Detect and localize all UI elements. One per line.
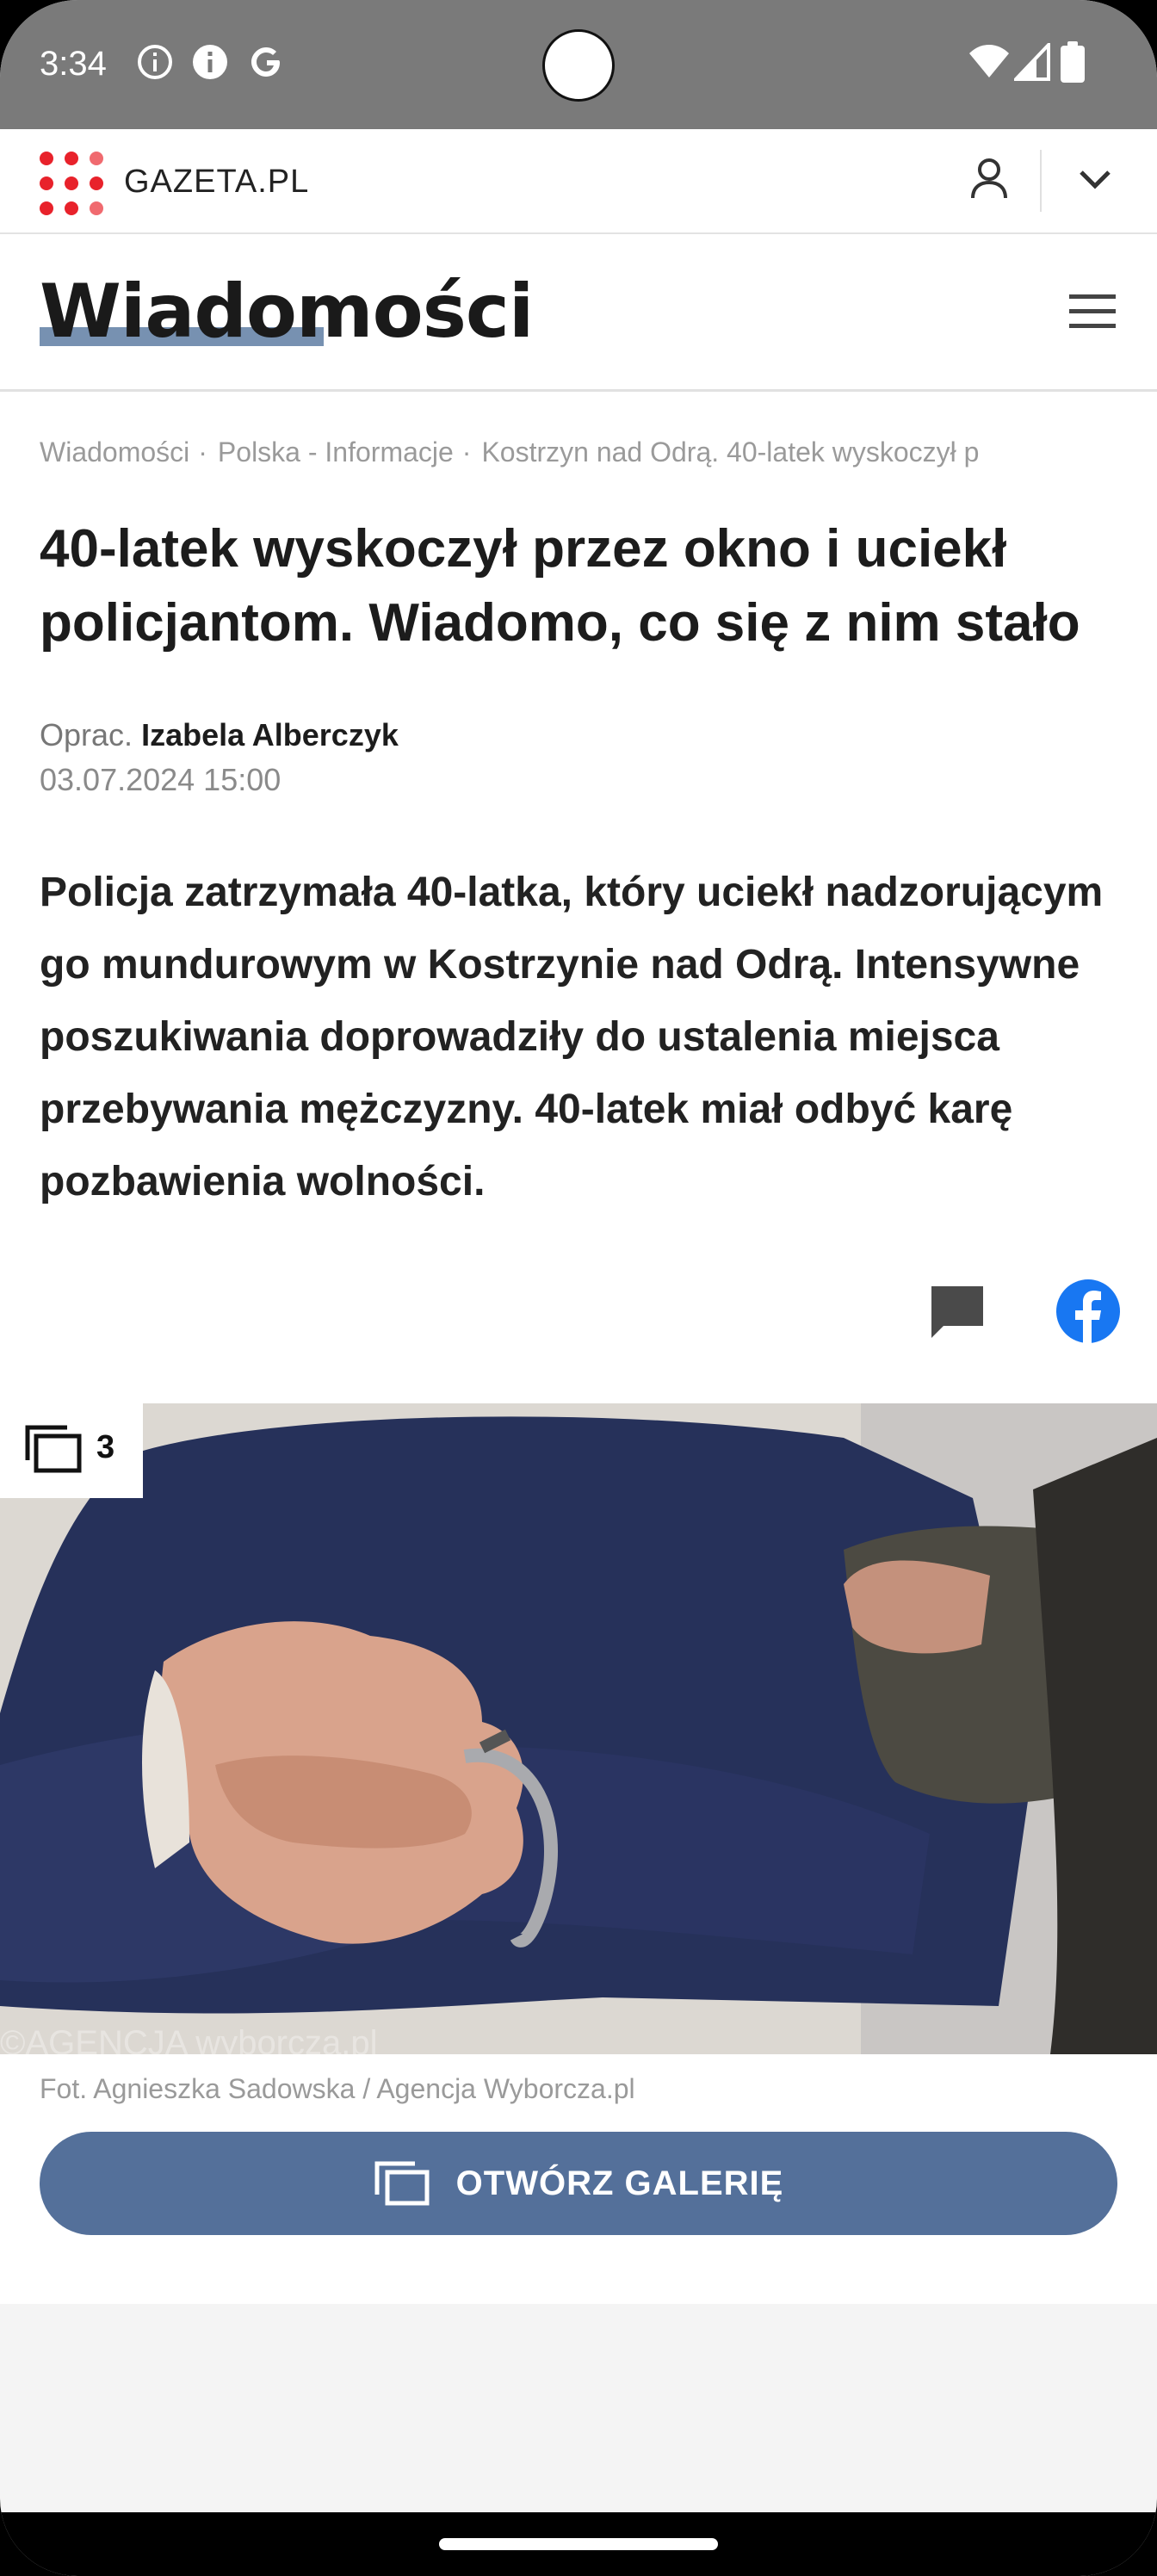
section-header: Wiadomości bbox=[0, 234, 1157, 392]
breadcrumb: Wiadomości · Polska - Informacje · Kostrzyn … bbox=[40, 437, 1116, 468]
breadcrumb-fade bbox=[1012, 437, 1116, 468]
author-name[interactable]: Izabela Alberczyk bbox=[141, 717, 399, 752]
signal-icon bbox=[1014, 43, 1050, 81]
status-bar: 3:34 bbox=[0, 0, 1157, 129]
comment-icon[interactable] bbox=[928, 1283, 987, 1341]
article-lead: Policja zatrzymała 40-latka, który uciek… bbox=[40, 870, 1104, 1204]
breadcrumb-item[interactable]: Polska - Informacje bbox=[218, 437, 454, 468]
info-filled-icon bbox=[193, 45, 227, 79]
google-icon bbox=[251, 47, 280, 77]
gallery-count: 3 bbox=[96, 1429, 115, 1465]
article-headline: 40-latek wyskoczył przez okno i uciekł p… bbox=[40, 519, 1080, 653]
breadcrumb-item[interactable]: Kostrzyn nad Odrą. 40-latek wyskoczył p bbox=[481, 437, 979, 468]
arrest-photo-image: ©AGENCJA wyborcza.pl bbox=[0, 1403, 1157, 2054]
byline-prefix: Oprac. bbox=[40, 717, 133, 752]
hamburger-menu-icon[interactable] bbox=[1067, 293, 1117, 331]
breadcrumb-separator: · bbox=[461, 437, 472, 468]
breadcrumb-item[interactable]: Wiadomości bbox=[40, 437, 189, 468]
open-gallery-button[interactable]: OTWÓRZ GALERIĘ bbox=[40, 2132, 1117, 2235]
photo-caption-area: Fot. Agnieszka Sadowska / Agencja Wyborc… bbox=[0, 2054, 1157, 2304]
home-gesture-handle[interactable] bbox=[439, 2538, 718, 2550]
status-time: 3:34 bbox=[40, 45, 107, 83]
front-camera bbox=[542, 29, 615, 102]
chevron-down-icon[interactable] bbox=[1078, 169, 1112, 191]
gallery-icon bbox=[374, 2161, 430, 2206]
open-gallery-label: OTWÓRZ GALERIĘ bbox=[455, 2164, 784, 2202]
gazeta-logo[interactable] bbox=[38, 150, 105, 217]
brand-name[interactable]: GAZETA.PL bbox=[124, 164, 309, 201]
site-header: GAZETA.PL bbox=[0, 129, 1157, 234]
gallery-count-badge[interactable]: 3 bbox=[0, 1403, 143, 1498]
article-photo[interactable]: ©AGENCJA wyborcza.pl 3 bbox=[0, 1403, 1157, 2054]
phone-screen: 3:34 GAZETA.PL Wiadomości Wiadomości · P… bbox=[0, 0, 1157, 2576]
gallery-icon bbox=[25, 1425, 82, 1473]
user-icon[interactable] bbox=[969, 157, 1009, 201]
byline: Oprac. Izabela Alberczyk bbox=[40, 717, 399, 753]
breadcrumb-separator: · bbox=[198, 437, 207, 468]
info-outline-icon bbox=[138, 45, 172, 79]
facebook-icon[interactable] bbox=[1055, 1279, 1121, 1344]
section-title[interactable]: Wiadomości bbox=[40, 269, 534, 355]
publish-date: 03.07.2024 15:00 bbox=[40, 762, 282, 797]
photo-caption: Fot. Agnieszka Sadowska / Agencja Wyborc… bbox=[40, 2073, 635, 2104]
article: Wiadomości · Polska - Informacje · Kostrzyn … bbox=[0, 392, 1157, 1408]
battery-icon bbox=[1061, 41, 1085, 83]
wifi-icon bbox=[969, 45, 1009, 77]
header-divider bbox=[1040, 150, 1042, 212]
photo-watermark: ©AGENCJA wyborcza.pl bbox=[0, 2024, 378, 2054]
